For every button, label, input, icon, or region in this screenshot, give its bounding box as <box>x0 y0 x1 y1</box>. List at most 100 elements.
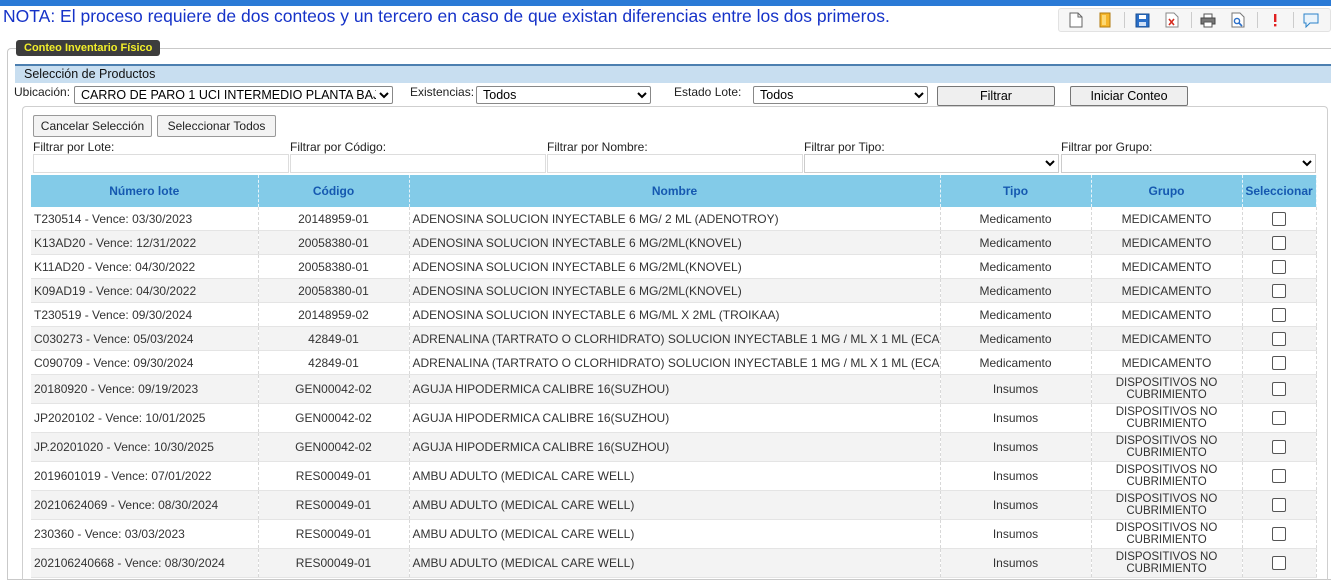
iniciar-conteo-button[interactable]: Iniciar Conteo <box>1070 86 1188 106</box>
lote-cell: 20210624069 - Vence: 08/30/2024 <box>31 490 259 520</box>
select-cell <box>1242 326 1317 351</box>
codigo-cell: RES00049-01 <box>258 519 410 549</box>
header-numero-lote[interactable]: Número lote <box>31 175 259 207</box>
table-row[interactable]: K13AD20 - Vence: 12/31/2022 20058380-01 … <box>31 230 1317 255</box>
nombre-cell: AGUJA HIPODERMICA CALIBRE 16(SUZHOU) <box>409 432 941 462</box>
header-codigo[interactable]: Código <box>258 175 410 207</box>
table-row[interactable]: JP2020102 - Vence: 10/01/2025 GEN00042-0… <box>31 403 1317 433</box>
table-row[interactable]: C030273 - Vence: 05/03/2024 42849-01 ADR… <box>31 326 1317 351</box>
select-checkbox[interactable] <box>1272 498 1286 513</box>
estado-lote-label: Estado Lote: <box>674 85 742 99</box>
header-nombre[interactable]: Nombre <box>409 175 941 207</box>
table-row[interactable]: 202106240668 - Vence: 08/30/2024 RES0004… <box>31 548 1317 578</box>
grupo-cell: MEDICAMENTO <box>1091 326 1243 351</box>
lote-cell: C090709 - Vence: 09/30/2024 <box>31 350 259 375</box>
select-checkbox[interactable] <box>1272 556 1286 571</box>
tipo-cell: Medicamento <box>940 302 1092 327</box>
tipo-cell: Medicamento <box>940 230 1092 255</box>
print-preview-icon[interactable] <box>1227 10 1249 30</box>
comment-icon[interactable] <box>1300 10 1322 30</box>
new-document-icon[interactable] <box>1065 10 1087 30</box>
filter-codigo-input[interactable] <box>290 154 546 173</box>
lote-cell: C030273 - Vence: 05/03/2024 <box>31 326 259 351</box>
existencias-select[interactable]: Todos <box>476 86 651 104</box>
select-checkbox[interactable] <box>1272 331 1286 346</box>
nombre-cell: AGUJA HIPODERMICA CALIBRE 16(SUZHOU) <box>409 374 941 404</box>
select-checkbox[interactable] <box>1272 382 1286 397</box>
codigo-cell: 20058380-01 <box>258 278 410 303</box>
grupo-cell: DISPOSITIVOS NO CUBRIMIENTO <box>1091 403 1243 433</box>
filter-tipo-select[interactable] <box>804 154 1059 173</box>
select-checkbox[interactable] <box>1272 469 1286 484</box>
table-row[interactable]: K09AD19 - Vence: 04/30/2022 20058380-01 … <box>31 278 1317 303</box>
select-cell <box>1242 278 1317 303</box>
table-row[interactable]: 2019601019 - Vence: 07/01/2022 RES00049-… <box>31 461 1317 491</box>
select-cell <box>1242 548 1317 578</box>
save-icon[interactable] <box>1131 10 1153 30</box>
table-row[interactable]: T230519 - Vence: 09/30/2024 20148959-02 … <box>31 302 1317 327</box>
nombre-cell: AMBU ADULTO (MEDICAL CARE WELL) <box>409 461 941 491</box>
print-icon[interactable] <box>1198 10 1220 30</box>
excel-export-icon[interactable] <box>1161 10 1183 30</box>
grupo-cell: MEDICAMENTO <box>1091 302 1243 327</box>
nombre-cell: ADRENALINA (TARTRATO O CLORHIDRATO) SOLU… <box>409 326 941 351</box>
select-checkbox[interactable] <box>1272 440 1286 455</box>
filter-grupo-select[interactable] <box>1061 154 1316 173</box>
grupo-cell: DISPOSITIVOS NO CUBRIMIENTO <box>1091 461 1243 491</box>
tipo-cell: Insumos <box>940 432 1092 462</box>
grupo-cell: MEDICAMENTO <box>1091 278 1243 303</box>
codigo-cell: 20148959-01 <box>258 207 410 231</box>
filter-lote-label: Filtrar por Lote: <box>33 140 115 154</box>
tipo-cell: Insumos <box>940 548 1092 578</box>
header-seleccionar[interactable]: Seleccionar <box>1242 175 1317 207</box>
tipo-cell: Insumos <box>940 374 1092 404</box>
table-row[interactable]: 20180920 - Vence: 09/19/2023 GEN00042-02… <box>31 374 1317 404</box>
codigo-cell: RES00049-01 <box>258 461 410 491</box>
codigo-cell: 42849-01 <box>258 350 410 375</box>
tipo-cell: Medicamento <box>940 326 1092 351</box>
header-grupo[interactable]: Grupo <box>1091 175 1243 207</box>
table-row[interactable]: 20210624069 - Vence: 08/30/2024 RES00049… <box>31 490 1317 520</box>
process-note: NOTA: El proceso requiere de dos conteos… <box>3 6 890 26</box>
select-cell <box>1242 254 1317 279</box>
table-row[interactable]: K11AD20 - Vence: 04/30/2022 20058380-01 … <box>31 254 1317 279</box>
estado-lote-select[interactable]: Todos <box>753 86 928 104</box>
select-checkbox[interactable] <box>1272 307 1286 322</box>
lote-cell: 20180920 - Vence: 09/19/2023 <box>31 374 259 404</box>
table-row[interactable]: T230514 - Vence: 03/30/2023 20148959-01 … <box>31 207 1317 231</box>
toolbar <box>1058 8 1331 32</box>
grupo-cell: MEDICAMENTO <box>1091 254 1243 279</box>
select-checkbox[interactable] <box>1272 411 1286 426</box>
table-row[interactable]: C090709 - Vence: 09/30/2024 42849-01 ADR… <box>31 350 1317 375</box>
select-checkbox[interactable] <box>1272 283 1286 298</box>
tipo-cell: Medicamento <box>940 254 1092 279</box>
select-checkbox[interactable] <box>1272 527 1286 542</box>
select-checkbox[interactable] <box>1272 355 1286 370</box>
toolbar-separator <box>1256 12 1258 28</box>
tipo-cell: Insumos <box>940 461 1092 491</box>
existencias-label: Existencias: <box>410 85 475 99</box>
filter-nombre-input[interactable] <box>547 154 803 173</box>
select-checkbox[interactable] <box>1272 259 1286 274</box>
select-checkbox[interactable] <box>1272 235 1286 250</box>
alert-icon[interactable] <box>1264 10 1286 30</box>
open-folder-icon[interactable] <box>1095 10 1117 30</box>
nombre-cell: ADENOSINA SOLUCION INYECTABLE 6 MG/2ML(K… <box>409 230 941 255</box>
filter-lote-input[interactable] <box>33 154 289 173</box>
codigo-cell: 42849-01 <box>258 326 410 351</box>
table-row[interactable]: JP.20201020 - Vence: 10/30/2025 GEN00042… <box>31 432 1317 462</box>
cancelar-seleccion-button[interactable]: Cancelar Selección <box>33 115 152 137</box>
select-cell <box>1242 350 1317 375</box>
header-tipo[interactable]: Tipo <box>940 175 1092 207</box>
filtrar-button[interactable]: Filtrar <box>937 86 1055 106</box>
nombre-cell: ADENOSINA SOLUCION INYECTABLE 6 MG/2ML(K… <box>409 278 941 303</box>
seleccionar-todos-button[interactable]: Seleccionar Todos <box>157 115 276 137</box>
filter-tipo-label: Filtrar por Tipo: <box>804 140 885 154</box>
select-checkbox[interactable] <box>1272 211 1286 226</box>
ubicacion-select[interactable]: CARRO DE PARO 1 UCI INTERMEDIO PLANTA BA… <box>74 86 393 104</box>
table-row[interactable]: 230360 - Vence: 03/03/2023 RES00049-01 A… <box>31 519 1317 549</box>
lote-cell: JP2020102 - Vence: 10/01/2025 <box>31 403 259 433</box>
grupo-cell: DISPOSITIVOS NO CUBRIMIENTO <box>1091 519 1243 549</box>
select-cell <box>1242 490 1317 520</box>
codigo-cell: 20058380-01 <box>258 254 410 279</box>
